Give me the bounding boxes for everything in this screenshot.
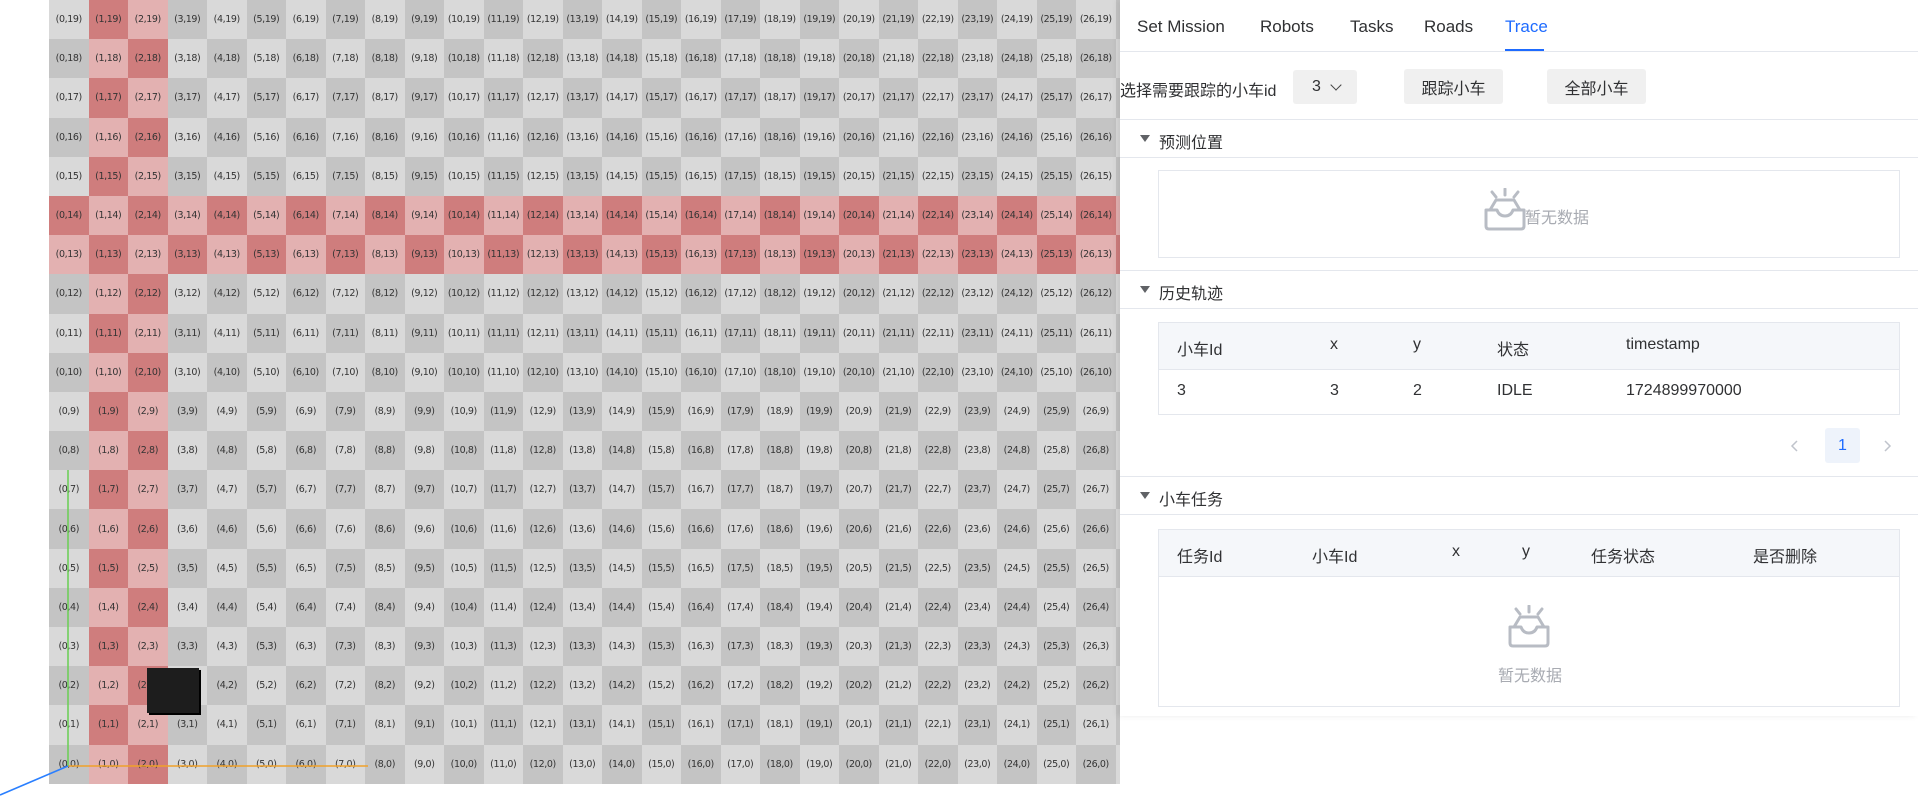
history-col-x: x: [1330, 336, 1338, 353]
history-table-header: 小车Id x y 状态 timestamp: [1159, 323, 1899, 370]
section-title-tasks: 小车任务: [1159, 492, 1224, 509]
tasks-col-task-status: 任务状态: [1591, 549, 1656, 566]
tasks-col-task-id: 任务Id: [1177, 549, 1223, 566]
all-robots-button[interactable]: 全部小车: [1547, 69, 1646, 104]
next-page-icon[interactable]: [1882, 440, 1892, 452]
section-header-tasks[interactable]: 小车任务: [1120, 476, 1918, 515]
history-table: 小车Id x y 状态 timestamp 3 3 2 IDLE 1724899…: [1158, 322, 1900, 415]
tasks-col-y: y: [1522, 543, 1530, 560]
history-cell-y: 2: [1413, 382, 1422, 399]
tab-tasks[interactable]: Tasks: [1350, 17, 1393, 37]
history-col-status: 状态: [1497, 342, 1530, 359]
section-header-history[interactable]: 历史轨迹: [1120, 270, 1918, 309]
tasks-table: 任务Id 小车Id x y 任务状态 是否删除 暂无数据: [1158, 529, 1900, 707]
grid-map-view[interactable]: (0,19) (1,19) (2,19) (3,19) (4,19) (5,19) (6,1…: [0, 0, 1123, 812]
history-cell-status: IDLE: [1497, 382, 1533, 399]
tasks-table-header: 任务Id 小车Id x y 任务状态 是否删除: [1159, 530, 1899, 577]
active-tab-indicator: [1505, 49, 1544, 51]
empty-text-predicted: 暂无数据: [1525, 210, 1590, 227]
page-number-current[interactable]: 1: [1825, 428, 1860, 463]
robot-id-select[interactable]: 3: [1293, 70, 1357, 104]
tasks-col-x: x: [1452, 543, 1460, 560]
caret-down-icon: [1140, 492, 1150, 499]
tasks-col-deleted: 是否删除: [1753, 549, 1818, 566]
predicted-empty-box: 暂无数据: [1158, 170, 1900, 258]
history-cell-timestamp: 1724899970000: [1626, 382, 1742, 399]
prev-page-icon[interactable]: [1790, 440, 1800, 452]
empty-inbox-icon: [1508, 605, 1550, 648]
z-axis-line: [0, 765, 69, 796]
caret-down-icon: [1140, 135, 1150, 142]
trace-panel: Set Mission Robots Tasks Roads Trace 选择需…: [1120, 0, 1918, 812]
tasks-col-robot-id: 小车Id: [1312, 549, 1358, 566]
tab-robots[interactable]: Robots: [1260, 17, 1314, 37]
tab-trace[interactable]: Trace: [1505, 17, 1548, 37]
history-cell-x: 3: [1330, 382, 1339, 399]
section-header-predicted[interactable]: 预测位置: [1120, 119, 1918, 158]
caret-down-icon: [1140, 286, 1150, 293]
empty-inbox-icon: [1484, 188, 1526, 231]
robot-id-select-value: 3: [1312, 78, 1321, 95]
section-title-history: 历史轨迹: [1159, 286, 1224, 303]
track-robot-button[interactable]: 跟踪小车: [1404, 69, 1503, 104]
tab-roads[interactable]: Roads: [1424, 17, 1473, 37]
tab-bar: Set Mission Robots Tasks Roads Trace: [1120, 0, 1918, 52]
table-row[interactable]: 3 3 2 IDLE 1724899970000: [1159, 370, 1899, 414]
robot-select-label: 选择需要跟踪的小车id: [1120, 83, 1277, 100]
chevron-down-icon: [1330, 79, 1342, 91]
history-col-robot-id: 小车Id: [1177, 342, 1223, 359]
section-title-predicted: 预测位置: [1159, 135, 1224, 152]
history-col-y: y: [1413, 336, 1421, 353]
tab-set-mission[interactable]: Set Mission: [1137, 17, 1225, 37]
history-cell-robot-id: 3: [1177, 382, 1186, 399]
app-root: (0,19) (1,19) (2,19) (3,19) (4,19) (5,19) (6,1…: [0, 0, 1918, 812]
history-col-timestamp: timestamp: [1626, 336, 1700, 353]
axes-overlay: [0, 470, 368, 796]
empty-text-tasks: 暂无数据: [1498, 668, 1563, 685]
